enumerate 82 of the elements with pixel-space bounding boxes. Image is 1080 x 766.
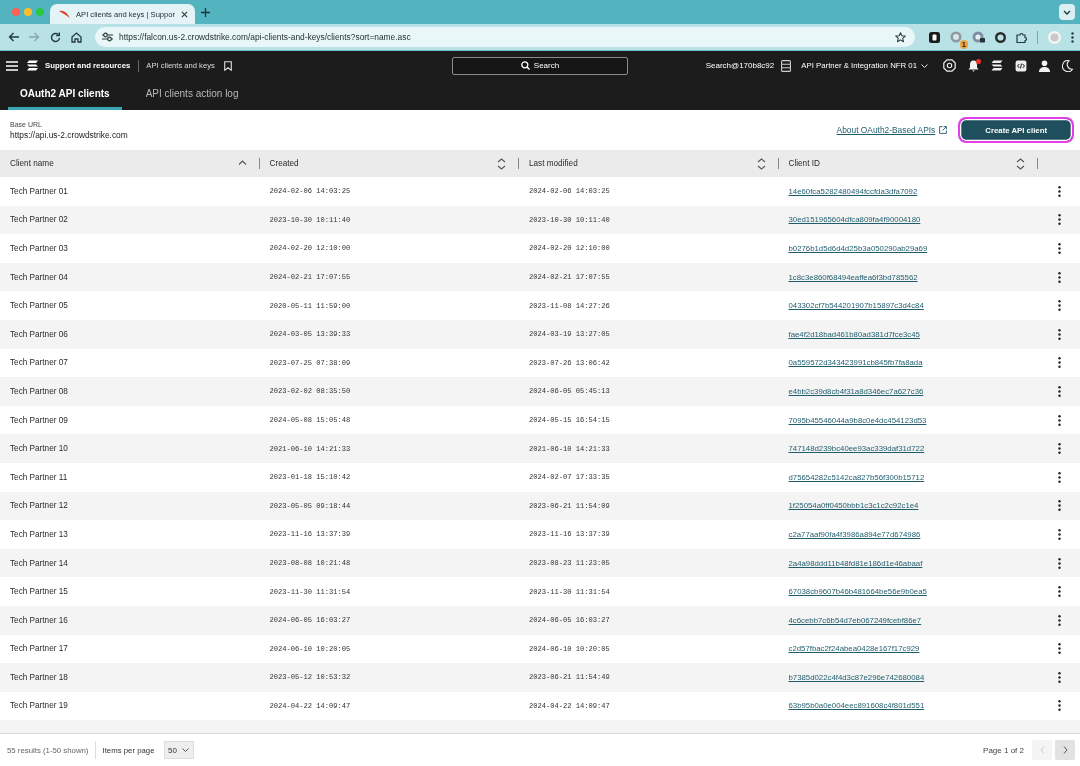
table-cell: Tech Partner 17 xyxy=(10,644,68,654)
star-icon[interactable] xyxy=(895,31,906,43)
table-cell: Tech Partner 02 xyxy=(10,215,68,225)
close-icon[interactable] xyxy=(181,10,189,18)
swoosh-icon xyxy=(59,10,70,18)
table-cell: Tech Partner 08 xyxy=(10,386,68,396)
octagon-icon[interactable] xyxy=(943,59,956,72)
table-cell: Tech Partner 06 xyxy=(10,329,68,339)
table-cell: Tech Partner 14 xyxy=(10,558,68,568)
more-icon[interactable] xyxy=(1058,557,1061,569)
table-cell: Tech Partner 15 xyxy=(10,587,68,597)
address-bar[interactable]: https://falcon.us-2.crowdstrike.com/api-clients-and-keys/clients?sort=name.asc xyxy=(95,27,915,47)
external-link-icon[interactable] xyxy=(939,126,948,134)
bookmark-icon[interactable] xyxy=(223,60,232,71)
search-button[interactable]: Search xyxy=(452,56,628,75)
chevron-right-icon xyxy=(1062,746,1068,754)
more-icon[interactable] xyxy=(1071,31,1074,43)
more-icon[interactable] xyxy=(1058,643,1061,655)
more-icon[interactable] xyxy=(1058,443,1061,455)
more-icon[interactable] xyxy=(1058,385,1061,397)
column-header[interactable]: Last modified xyxy=(519,150,778,177)
stacked-bars-icon[interactable] xyxy=(27,60,38,71)
search-icon xyxy=(520,61,530,70)
more-icon[interactable] xyxy=(1058,357,1061,369)
table-cell: Tech Partner 09 xyxy=(10,415,68,425)
more-icon[interactable] xyxy=(1058,185,1061,197)
home-icon[interactable] xyxy=(71,31,82,43)
more-icon[interactable] xyxy=(1058,471,1061,483)
chevron-down-icon xyxy=(921,63,928,68)
more-icon[interactable] xyxy=(1058,671,1061,683)
table-cell: Tech Partner 13 xyxy=(10,529,68,539)
table-cell: Tech Partner 19 xyxy=(10,701,68,711)
table-cell: Tech Partner 01 xyxy=(10,186,68,196)
more-icon[interactable] xyxy=(1058,214,1061,226)
column-header[interactable]: Client ID xyxy=(778,150,1037,177)
column-header[interactable]: Client name xyxy=(0,150,259,177)
more-icon[interactable] xyxy=(1058,528,1061,540)
more-icon[interactable] xyxy=(1058,328,1061,340)
chevron-down-icon xyxy=(1063,9,1071,15)
table-cell: Tech Partner 04 xyxy=(10,272,68,282)
chevron-left-icon xyxy=(1039,746,1045,754)
back-arrow-icon[interactable] xyxy=(8,32,19,42)
puzzle-icon[interactable] xyxy=(1016,31,1027,43)
page-indicator: Page 1 of 2 xyxy=(983,745,1024,755)
base-url-value: https://api.us-2.crowdstrike.com xyxy=(10,129,128,140)
more-icon[interactable] xyxy=(1058,614,1061,626)
plus-icon[interactable] xyxy=(201,7,210,17)
table-cell: Tech Partner 03 xyxy=(10,244,68,253)
table-cell: Tech Partner 12 xyxy=(10,501,68,511)
moon-icon[interactable] xyxy=(1062,59,1073,72)
person-icon[interactable] xyxy=(1039,59,1050,72)
more-icon[interactable] xyxy=(1058,586,1061,598)
tab[interactable]: API clients action log xyxy=(133,80,251,110)
sliders-icon[interactable] xyxy=(102,32,113,42)
table-cell: Tech Partner 11 xyxy=(10,472,68,482)
items-per-page-select[interactable]: 50 xyxy=(163,741,194,759)
more-icon[interactable] xyxy=(1058,500,1061,512)
database-icon[interactable] xyxy=(781,59,792,72)
circle-lock-icon[interactable] xyxy=(972,31,985,43)
more-icon[interactable] xyxy=(1058,414,1061,426)
tab-list-button[interactable] xyxy=(1059,4,1075,20)
more-icon[interactable] xyxy=(1058,271,1061,283)
table-cell: Tech Partner 07 xyxy=(10,358,68,368)
stacked-bars-icon[interactable] xyxy=(991,60,1003,71)
ring-icon[interactable] xyxy=(995,31,1006,43)
more-icon[interactable] xyxy=(1058,243,1061,254)
more-icon[interactable] xyxy=(1058,700,1061,712)
table-cell: Tech Partner 16 xyxy=(10,615,68,625)
account-name: Search@170b8c92 xyxy=(705,61,775,70)
table-cell: Tech Partner 10 xyxy=(10,444,68,454)
reload-icon[interactable] xyxy=(50,31,61,43)
about-link[interactable]: About OAuth2-Based APIs xyxy=(836,125,936,135)
more-icon[interactable] xyxy=(1058,300,1061,312)
column-header[interactable]: Created xyxy=(259,150,518,177)
table-cell: Tech Partner 05 xyxy=(10,301,68,311)
bell-icon[interactable] xyxy=(968,59,979,72)
chevron-down-icon xyxy=(181,748,189,752)
tile-icon[interactable] xyxy=(929,31,940,43)
code-icon[interactable] xyxy=(1015,59,1027,72)
table-cell: Tech Partner 18 xyxy=(10,672,68,682)
tab[interactable]: OAuth2 API clients xyxy=(8,80,122,110)
menu-icon[interactable] xyxy=(6,60,18,71)
